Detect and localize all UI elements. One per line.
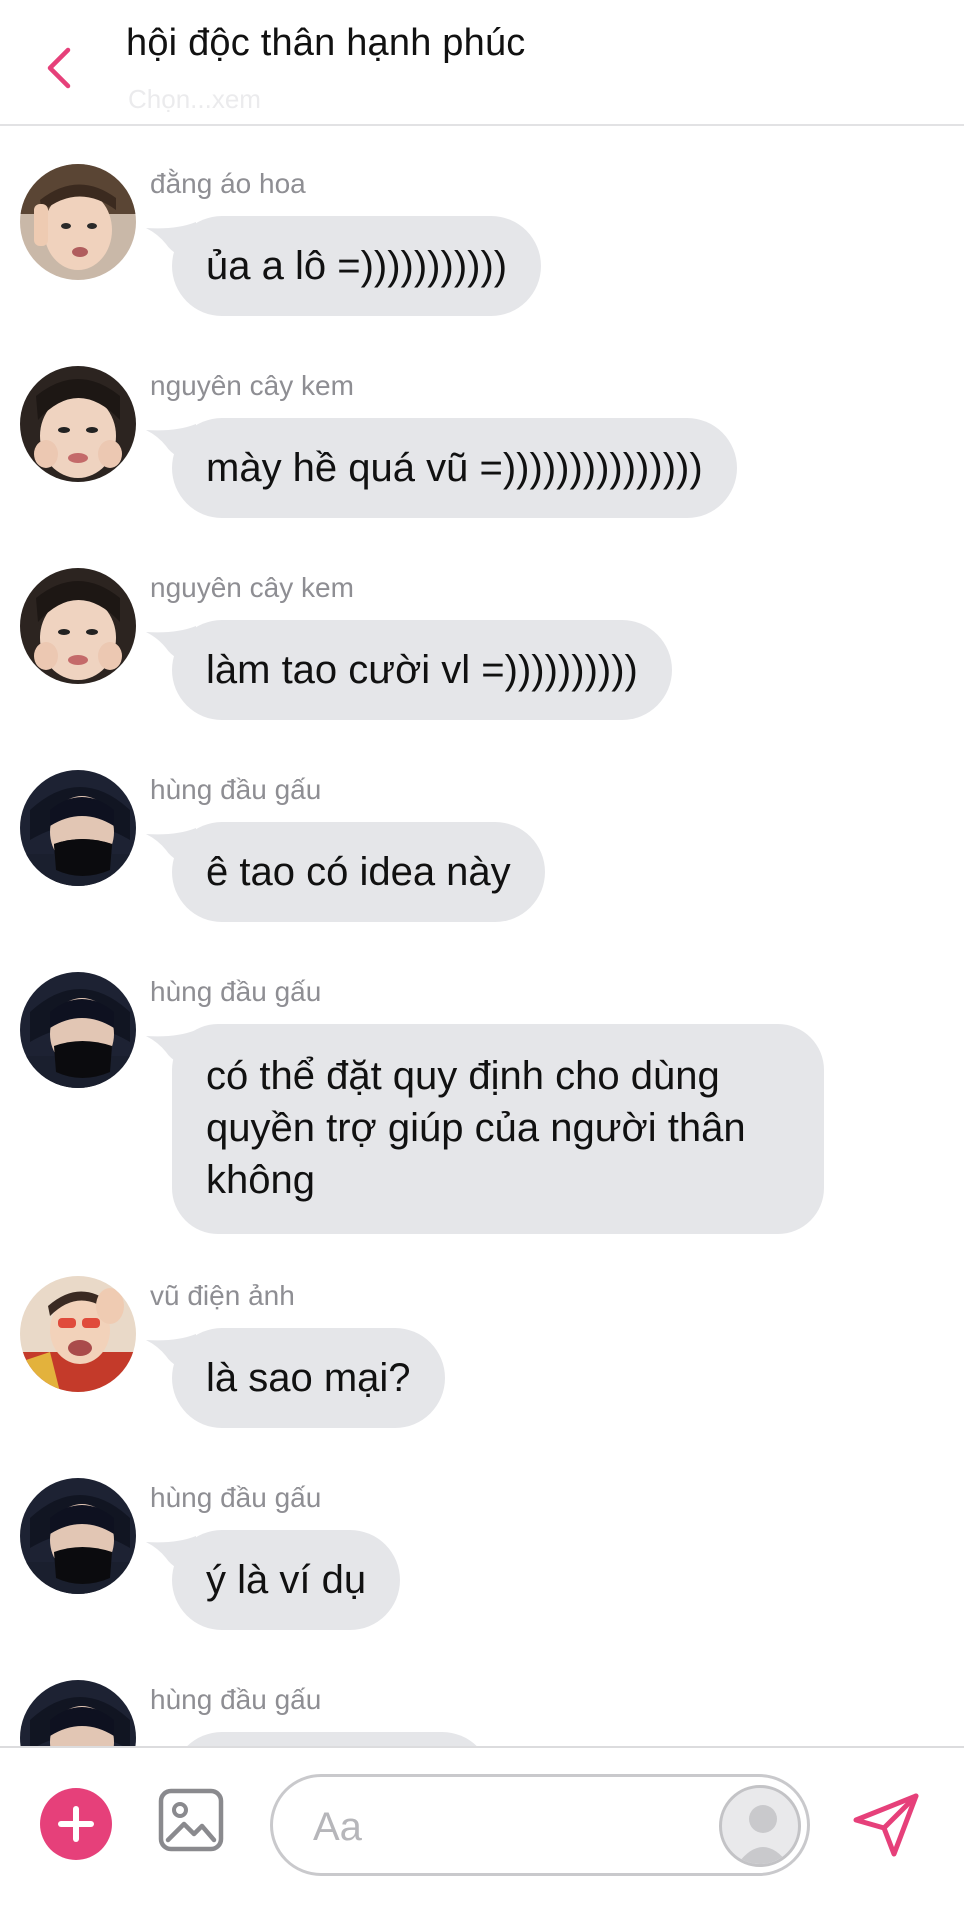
chat-subtitle: Chọn...xem (128, 84, 261, 114)
composer-bar: Aa (0, 1746, 964, 1920)
message-input[interactable]: Aa (270, 1774, 810, 1876)
plus-icon[interactable] (40, 1788, 112, 1860)
chat-header: hội độc thân hạnh phúc Chọn...xem (0, 0, 964, 126)
message-item: hùng đầu gấu (0, 1644, 964, 1746)
message-item: hùng đầu gấu ê tao có idea này (0, 734, 964, 934)
message-bubble[interactable]: ý là ví dụ (172, 1530, 401, 1630)
avatar-vu-dien-anh[interactable] (20, 1276, 136, 1392)
sender-name: nguyên cây kem (150, 572, 354, 603)
message-bubble[interactable]: ủa a lô =))))))))))) (172, 216, 542, 316)
sender-name: hùng đầu gấu (150, 1684, 322, 1715)
avatar-hung-dau-gau[interactable] (20, 972, 136, 1088)
avatar-hung-dau-gau[interactable] (20, 770, 136, 886)
sticker-icon[interactable] (719, 1785, 801, 1867)
message-bubble[interactable] (172, 1732, 492, 1746)
sender-name: hùng đầu gấu (150, 1482, 322, 1513)
sender-name: hùng đầu gấu (150, 976, 322, 1007)
avatar-hung-dau-gau[interactable] (20, 1680, 136, 1746)
avatar-hung-dau-gau[interactable] (20, 1478, 136, 1594)
avatar-nguyen-cay-kem[interactable] (20, 568, 136, 684)
image-icon[interactable] (158, 1788, 224, 1852)
avatar-nguyen-cay-kem[interactable] (20, 366, 136, 482)
sender-name: đằng áo hoa (150, 168, 306, 199)
avatar-dang-ao-hoa[interactable] (20, 164, 136, 280)
message-list[interactable]: đằng áo hoa ủa a lô =))))))))))) nguyên … (0, 128, 964, 1746)
message-item: vũ điện ảnh là sao mại? (0, 1240, 964, 1440)
sender-name: nguyên cây kem (150, 370, 354, 401)
chevron-left-icon[interactable] (40, 44, 80, 92)
message-bubble[interactable]: làm tao cười vl =)))))))))) (172, 620, 672, 720)
message-bubble[interactable]: ê tao có idea này (172, 822, 545, 922)
message-input-placeholder: Aa (313, 1805, 362, 1849)
message-item: nguyên cây kem mày hề quá vũ =))))))))))… (0, 330, 964, 530)
message-bubble[interactable]: có thể đặt quy định cho dùng quyền trợ g… (172, 1024, 824, 1234)
message-bubble[interactable]: mày hề quá vũ =))))))))))))))) (172, 418, 737, 518)
message-bubble[interactable]: là sao mại? (172, 1328, 445, 1428)
chat-title: hội độc thân hạnh phúc (126, 22, 526, 64)
send-icon[interactable] (850, 1790, 922, 1858)
message-item: hùng đầu gấu ý là ví dụ (0, 1442, 964, 1642)
sender-name: vũ điện ảnh (150, 1280, 295, 1311)
sender-name: hùng đầu gấu (150, 774, 322, 805)
message-item: hùng đầu gấu có thể đặt quy định cho dùn… (0, 936, 964, 1236)
message-item: nguyên cây kem làm tao cười vl =))))))))… (0, 532, 964, 732)
message-item: đằng áo hoa ủa a lô =))))))))))) (0, 128, 964, 328)
